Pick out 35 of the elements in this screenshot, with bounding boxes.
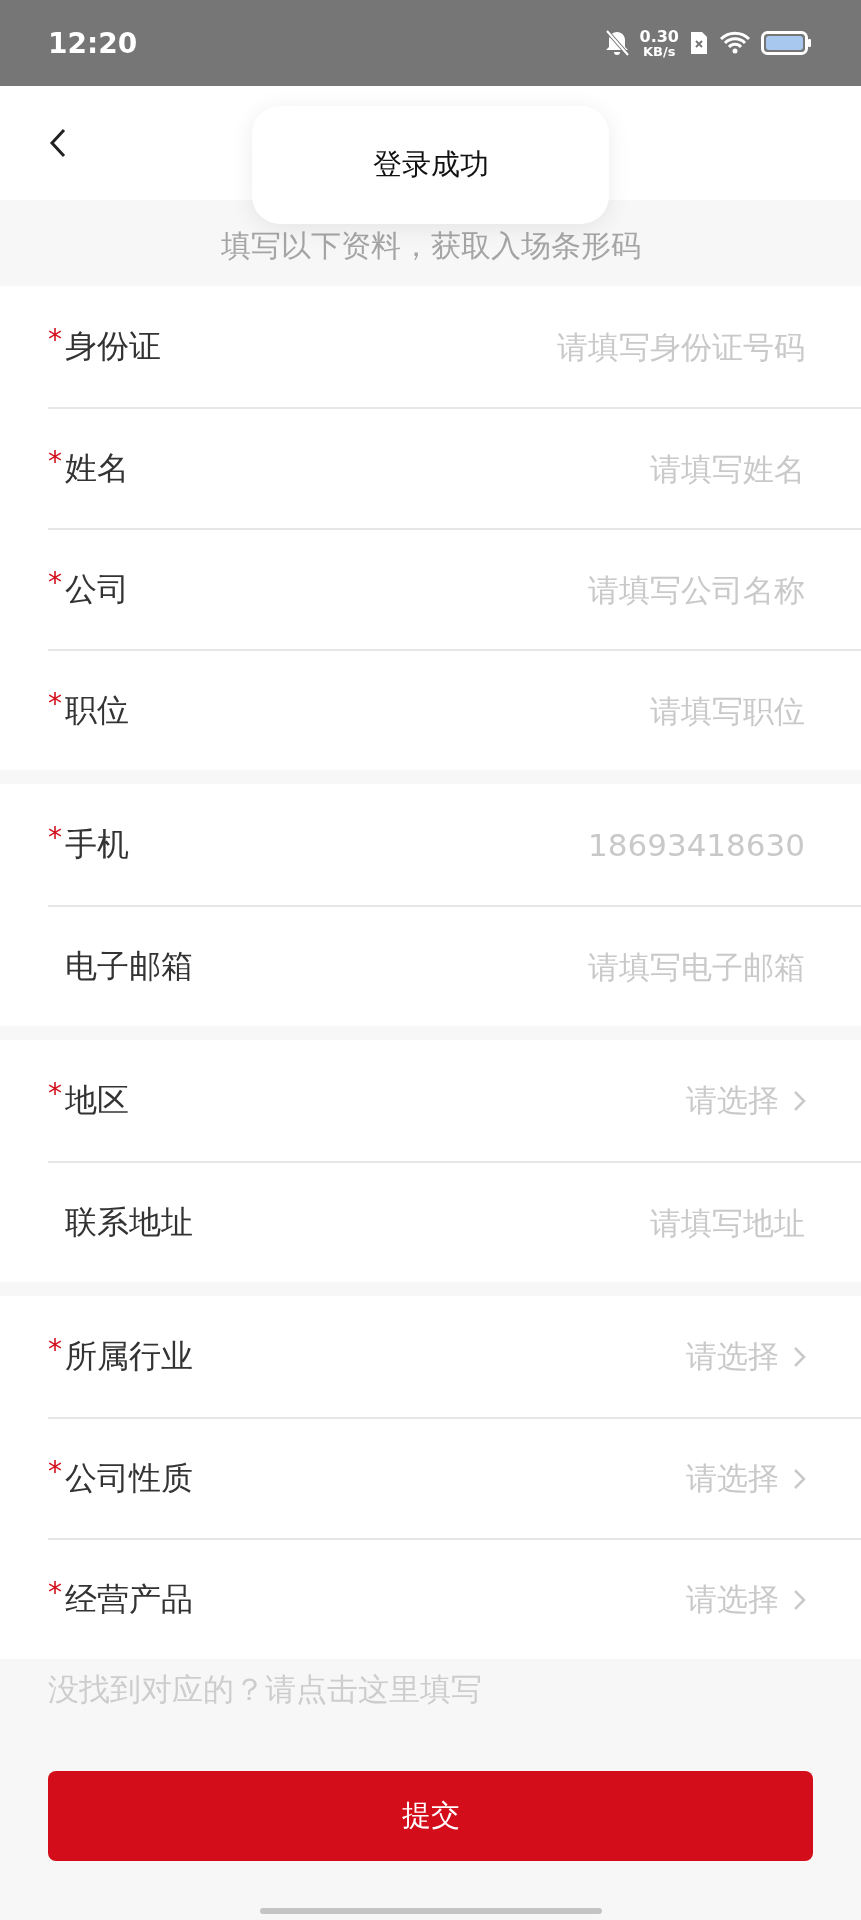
required-mark: * (48, 568, 63, 597)
field-label: 电子邮箱 (65, 945, 193, 987)
required-mark: * (48, 325, 63, 354)
field-label: 联系地址 (65, 1201, 193, 1243)
toast-message: 登录成功 (252, 106, 609, 224)
required-mark: * (48, 1578, 63, 1607)
chevron-right-icon (793, 1344, 807, 1369)
chevron-right-icon (793, 1088, 807, 1113)
field-label: 经营产品 (65, 1578, 193, 1620)
network-speed: 0.30 (639, 28, 679, 45)
sim-icon (689, 30, 709, 56)
field-label: 公司 (65, 568, 129, 610)
field-label: 身份证 (65, 325, 161, 367)
field-label: 所属行业 (65, 1335, 193, 1377)
required-mark: * (48, 1335, 63, 1364)
chevron-right-icon (793, 1466, 807, 1491)
field-label: 公司性质 (65, 1457, 193, 1499)
bell-off-icon (603, 29, 630, 57)
form-subtitle: 填写以下资料，获取入场条形码 (219, 226, 642, 265)
submit-button[interactable]: 提交 (48, 1771, 813, 1861)
field-label: 姓名 (65, 447, 129, 489)
back-icon (48, 127, 68, 159)
status-time: 12:20 (48, 26, 138, 60)
speed-unit: KB/s (643, 44, 676, 58)
field-label: 地区 (65, 1079, 129, 1121)
required-mark: * (48, 1079, 63, 1108)
wifi-icon (719, 31, 751, 55)
required-mark: * (48, 689, 63, 718)
field-label: 手机 (65, 823, 129, 865)
required-mark: * (48, 823, 63, 852)
required-mark: * (48, 447, 63, 476)
battery-icon (761, 30, 813, 56)
field-label: 职位 (65, 689, 129, 731)
required-mark: * (48, 1457, 63, 1486)
chevron-right-icon (793, 1587, 807, 1612)
